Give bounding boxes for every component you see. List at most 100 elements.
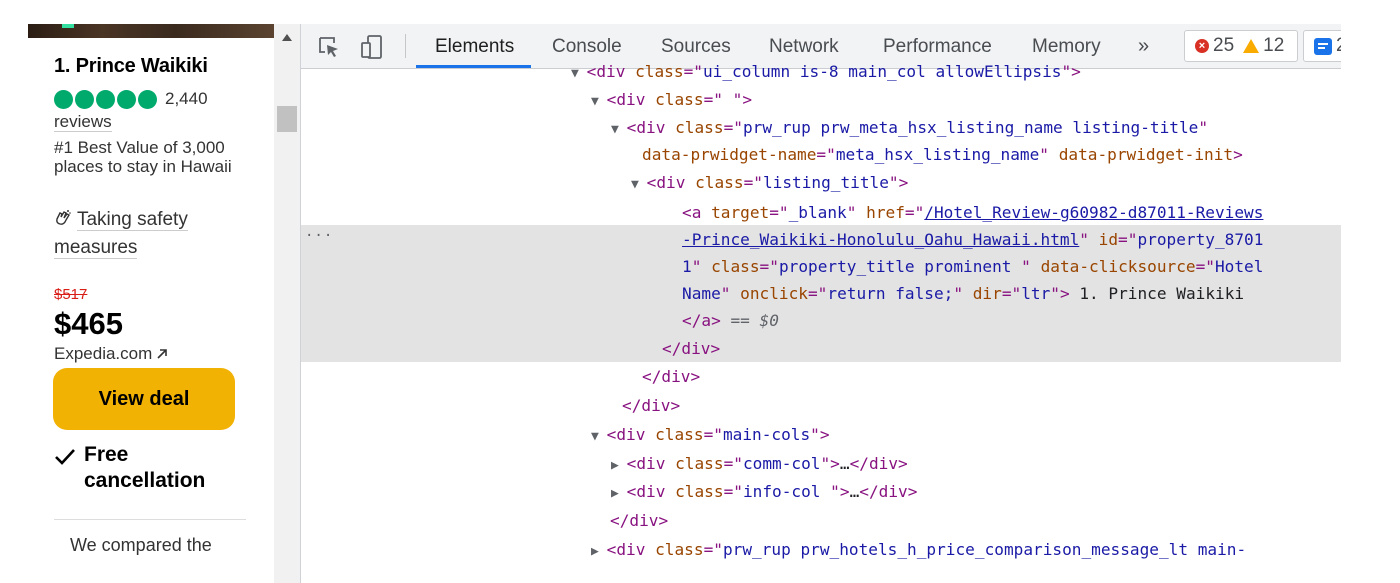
dom-node-line[interactable]: Name" onclick="return false;" dir="ltr">… — [682, 283, 1244, 305]
page-scrollbar[interactable] — [274, 24, 300, 583]
dom-node-line[interactable]: 1" class="property_title prominent " dat… — [682, 256, 1263, 278]
more-tabs-button[interactable]: » — [1138, 24, 1149, 68]
dom-token: =" — [723, 454, 743, 473]
dom-token: target — [711, 203, 770, 222]
dom-token: " — [846, 203, 867, 222]
safety-measures[interactable]: Taking safety measures — [54, 206, 254, 262]
old-price: $517 — [54, 286, 88, 303]
dom-token: … — [849, 482, 860, 501]
dom-node-line[interactable]: ▶ <div class="info-col ">…</div> — [611, 481, 917, 505]
hotel-photo[interactable] — [28, 24, 274, 38]
dom-token: dir — [972, 284, 1002, 303]
dom-token[interactable]: -Prince_Waikiki-Honolulu_Oahu_Hawaii.htm… — [682, 230, 1079, 249]
dom-token: </div> — [662, 339, 721, 358]
dom-token: property_title prominent — [778, 257, 1022, 276]
dom-token: ltr — [1021, 284, 1051, 303]
scroll-up-arrow-icon[interactable] — [282, 34, 292, 41]
warning-count: 12 — [1263, 35, 1285, 56]
dom-token: " — [691, 257, 712, 276]
node-menu-dots[interactable]: ··· — [305, 228, 333, 244]
error-icon: × — [1195, 39, 1209, 53]
dom-token: onclick — [740, 284, 808, 303]
external-link-icon — [157, 349, 168, 359]
dom-token: data-prwidget-init — [1058, 145, 1234, 164]
expanded-arrow-icon[interactable]: ▼ — [611, 122, 627, 137]
hand-wash-icon — [56, 210, 71, 225]
dom-token: id — [1098, 230, 1119, 249]
issues-counter[interactable]: × 25 12 — [1184, 30, 1298, 62]
dom-token: class — [695, 173, 744, 192]
dom-token: class — [655, 540, 704, 559]
dom-token: <div — [626, 118, 676, 137]
dom-node-line[interactable]: ▼ <div class="ui_column is-8 main_col al… — [571, 61, 1081, 85]
provider-link[interactable]: Expedia.com — [54, 344, 168, 364]
dom-node-line[interactable]: <a target="_blank" href="/Hotel_Review-g… — [682, 202, 1263, 224]
inspect-element-icon[interactable] — [316, 34, 342, 60]
dom-node-line[interactable]: </div> — [610, 510, 668, 532]
dom-node-line[interactable]: -Prince_Waikiki-Honolulu_Oahu_Hawaii.htm… — [682, 229, 1263, 251]
dom-node-line[interactable]: data-prwidget-name="meta_hsx_listing_nam… — [642, 144, 1243, 166]
dom-node-line[interactable]: </div> — [622, 395, 680, 417]
dom-token: "> — [732, 90, 753, 109]
dom-token: Name — [682, 284, 721, 303]
reviews-link[interactable]: reviews — [54, 113, 112, 132]
collapsed-arrow-icon[interactable]: ▶ — [591, 544, 607, 559]
dom-token: =" — [723, 482, 743, 501]
dom-token: comm-col — [742, 454, 821, 473]
dom-token: "> — [830, 482, 850, 501]
safety-text: Taking safety measures — [54, 209, 188, 259]
dom-token[interactable]: /Hotel_Review-g60982-d87011-Reviews — [924, 203, 1263, 222]
dom-token: =" — [769, 203, 789, 222]
dom-token — [723, 90, 733, 109]
dom-token: =" — [703, 90, 723, 109]
free-cancellation-label: Free cancellation — [84, 443, 206, 492]
current-price: $465 — [54, 306, 123, 341]
expanded-arrow-icon[interactable]: ▼ — [591, 94, 607, 109]
messages-counter[interactable]: 2 — [1303, 30, 1341, 62]
dom-node-line[interactable]: ▼ <div class=" "> — [591, 89, 752, 113]
dom-token: prw_rup prw_meta_hsx_listing_name listin… — [742, 118, 1199, 137]
elements-tree[interactable]: ··· ▼ <div class="ui_column is-8 main_co… — [301, 62, 1341, 583]
dom-node-line[interactable]: </div> — [662, 338, 720, 360]
rating-bubble-icon — [138, 89, 157, 109]
dom-node-line[interactable]: ▼ <div class="listing_title"> — [631, 172, 908, 196]
dom-token: "> — [888, 173, 909, 192]
divider — [54, 519, 246, 520]
device-toolbar-icon[interactable] — [359, 34, 385, 60]
message-icon — [1314, 37, 1332, 55]
dom-token: <div — [606, 90, 656, 109]
free-cancellation: Free cancellation — [54, 442, 234, 494]
warning-icon — [1243, 39, 1260, 53]
tab-elements[interactable]: Elements — [435, 24, 514, 68]
dom-node-line[interactable]: </div> — [642, 366, 700, 388]
dom-token: <div — [646, 173, 696, 192]
collapsed-arrow-icon[interactable]: ▶ — [611, 486, 627, 501]
dom-token: return false; — [827, 284, 954, 303]
expanded-arrow-icon[interactable]: ▼ — [631, 177, 647, 192]
dom-node-line[interactable]: ▼ <div class="main-cols"> — [591, 424, 830, 448]
rating-bubbles[interactable]: 2,440 — [54, 89, 208, 109]
dom-token: <div — [606, 540, 656, 559]
dom-token: href — [866, 203, 905, 222]
dom-token: =" — [1195, 257, 1215, 276]
selected-marker: == $0 — [720, 311, 779, 330]
dom-token: =" — [683, 62, 703, 81]
dom-token: =" — [743, 173, 763, 192]
dom-token: " — [953, 284, 973, 303]
view-deal-button[interactable]: View deal — [53, 368, 235, 430]
dom-token: <div — [626, 454, 676, 473]
hotel-title[interactable]: 1. Prince Waikiki — [54, 55, 208, 78]
dom-node-line[interactable]: ▶ <div class="comm-col">…</div> — [611, 453, 908, 477]
dom-token: Hotel — [1214, 257, 1264, 276]
expanded-arrow-icon[interactable]: ▼ — [591, 429, 607, 444]
collapsed-arrow-icon[interactable]: ▶ — [611, 458, 627, 473]
review-count[interactable]: 2,440 — [165, 89, 208, 109]
dom-token: " — [1198, 118, 1209, 137]
checkmark-icon — [55, 449, 75, 465]
dom-node-line[interactable]: ▼ <div class="prw_rup prw_meta_hsx_listi… — [611, 117, 1208, 141]
scroll-thumb[interactable] — [277, 106, 297, 132]
dom-node-line[interactable]: ▶ <div class="prw_rup prw_hotels_h_price… — [591, 539, 1246, 563]
dom-node-line[interactable]: </a> == $0 — [682, 310, 779, 332]
expanded-arrow-icon[interactable]: ▼ — [571, 66, 587, 81]
dom-token: <div — [626, 482, 676, 501]
